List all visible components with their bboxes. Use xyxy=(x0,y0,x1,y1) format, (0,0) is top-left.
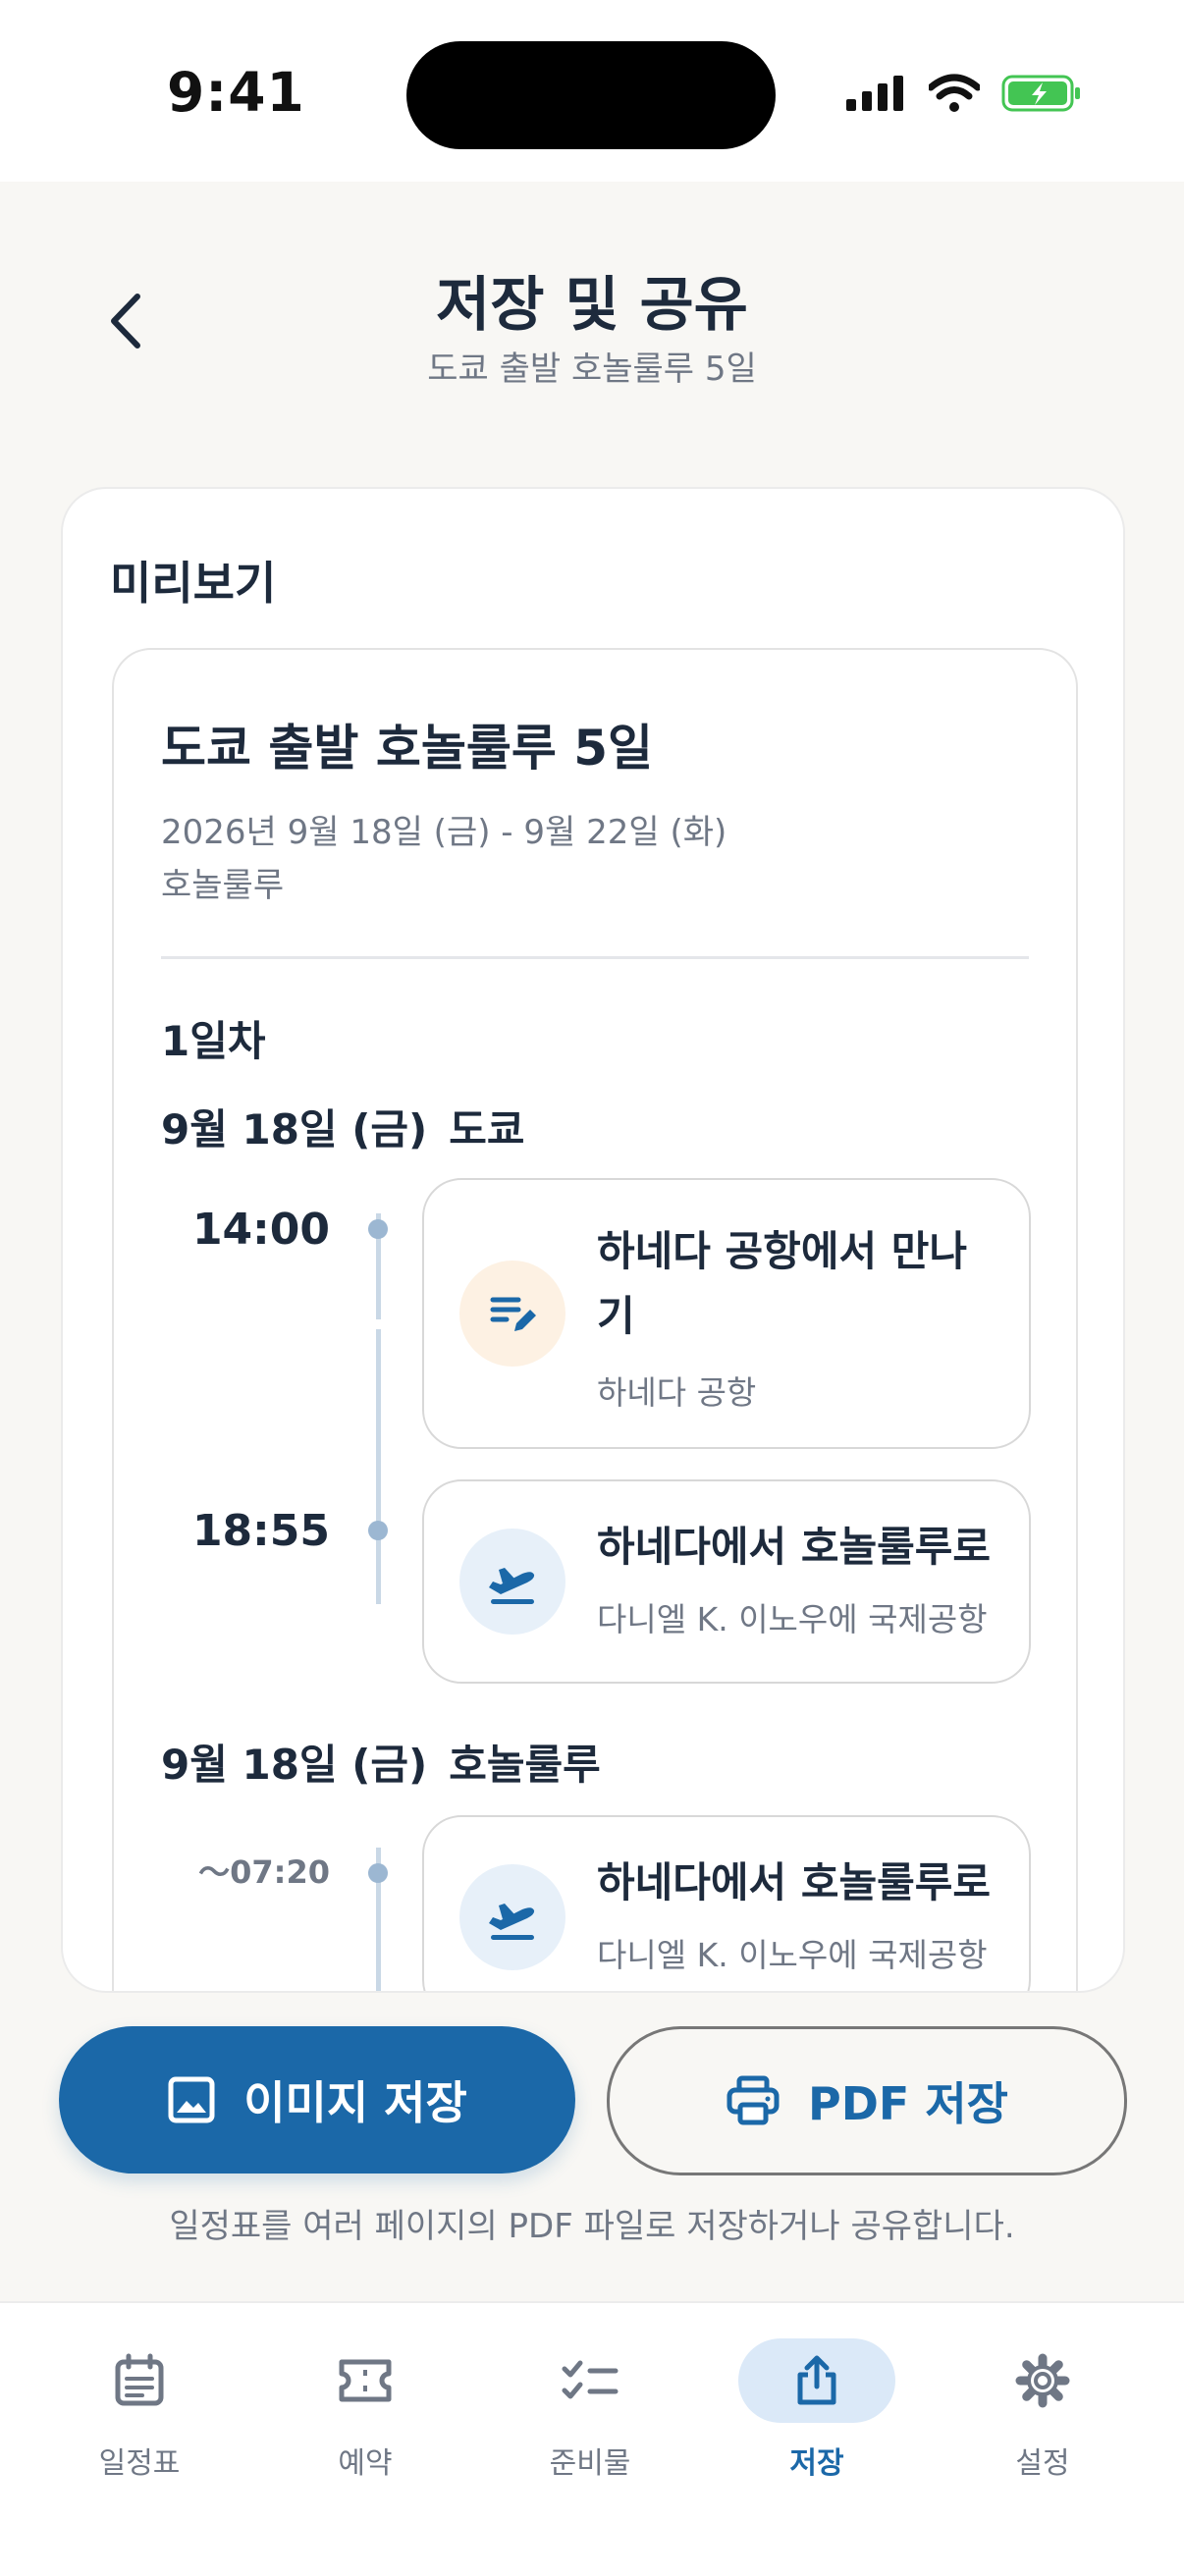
section-date: 9월 18일 (금) xyxy=(161,1741,428,1789)
event-location: 하네다 공항 xyxy=(597,1373,757,1412)
save-pdf-label: PDF 저장 xyxy=(808,2077,1008,2130)
status-time: 9:41 xyxy=(167,61,305,124)
day-label: 1일차 xyxy=(161,1017,266,1065)
battery-charging-icon xyxy=(1001,75,1080,112)
itinerary-document-preview: 도쿄 출발 호놀룰루 5일 2026년 9월 18일 (금) - 9월 22일 … xyxy=(112,648,1078,1991)
wifi-icon xyxy=(929,74,980,112)
checklist-icon xyxy=(511,2338,669,2423)
tab-label: 준비물 xyxy=(549,2446,631,2481)
tab-label: 일정표 xyxy=(98,2446,181,2481)
timeline-line xyxy=(376,1329,381,1604)
preview-card[interactable]: 미리보기 도쿄 출발 호놀룰루 5일 2026년 9월 18일 (금) - 9월… xyxy=(61,487,1125,1993)
event-location: 다니엘 K. 이노우에 국제공항 xyxy=(597,1600,988,1638)
tab-itinerary[interactable]: 일정표 xyxy=(41,2303,238,2519)
dynamic-island xyxy=(406,41,776,149)
printer-icon xyxy=(727,2075,780,2125)
tab-packing[interactable]: 준비물 xyxy=(492,2303,688,2519)
section-city: 호놀룰루 xyxy=(449,1741,601,1789)
page-title: 저장 및 공유 xyxy=(436,271,748,340)
timeline-dot xyxy=(368,1521,388,1540)
status-bar: 9:41 xyxy=(0,0,1184,182)
event-time: 18:55 xyxy=(191,1506,330,1556)
save-pdf-button[interactable]: PDF 저장 xyxy=(607,2026,1127,2175)
event-time: 〜07:20 xyxy=(198,1853,330,1891)
event-title: 하네다에서 호놀룰루로 xyxy=(597,1858,992,1906)
bottom-tab-bar: 일정표 예약 준비물 저장 설정 xyxy=(0,2301,1184,2576)
tab-reservations[interactable]: 예약 xyxy=(267,2303,463,2519)
timeline-dot xyxy=(368,1219,388,1239)
section-city: 도쿄 xyxy=(449,1105,525,1154)
event-card: 하네다 공항에서 만나기 하네다 공항 xyxy=(422,1178,1031,1449)
event-card: 하네다에서 호놀룰루로 다니엘 K. 이노우에 국제공항 xyxy=(422,1815,1031,1991)
plane-departure-icon xyxy=(459,1864,565,1970)
document-destination: 호놀룰루 xyxy=(161,866,285,905)
document-title: 도쿄 출발 호놀룰루 5일 xyxy=(161,720,654,777)
section-date-heading: 9월 18일 (금) 도쿄 xyxy=(161,1097,525,1156)
helper-text: 일정표를 여러 페이지의 PDF 파일로 저장하거나 공유합니다. xyxy=(169,2207,1015,2246)
section-date-heading: 9월 18일 (금) 호놀룰루 xyxy=(161,1732,601,1792)
plane-departure-icon xyxy=(459,1529,565,1635)
share-icon xyxy=(738,2338,895,2423)
document-dates: 2026년 9월 18일 (금) - 9월 22일 (화) xyxy=(161,813,727,852)
ticket-icon xyxy=(287,2338,444,2423)
note-edit-icon xyxy=(459,1261,565,1367)
section-date: 9월 18일 (금) xyxy=(161,1105,428,1154)
timeline-dot xyxy=(368,1863,388,1883)
tab-label: 저장 xyxy=(789,2446,844,2481)
gear-icon xyxy=(964,2338,1121,2423)
page-subtitle: 도쿄 출발 호놀룰루 5일 xyxy=(427,349,757,389)
tab-settings[interactable]: 설정 xyxy=(944,2303,1141,2519)
calendar-icon xyxy=(61,2338,218,2423)
image-icon xyxy=(168,2076,215,2123)
event-card: 하네다에서 호놀룰루로 다니엘 K. 이노우에 국제공항 xyxy=(422,1479,1031,1684)
tab-save[interactable]: 저장 xyxy=(719,2303,915,2519)
save-image-button[interactable]: 이미지 저장 xyxy=(59,2026,575,2174)
event-location: 다니엘 K. 이노우에 국제공항 xyxy=(597,1936,988,1974)
preview-label: 미리보기 xyxy=(110,557,277,610)
tab-label: 설정 xyxy=(1015,2446,1070,2481)
status-icons xyxy=(846,69,1082,118)
divider xyxy=(161,956,1029,959)
tab-label: 예약 xyxy=(338,2446,393,2481)
event-title: 하네다에서 호놀룰루로 xyxy=(597,1523,992,1571)
event-time: 14:00 xyxy=(191,1205,330,1255)
save-image-label: 이미지 저장 xyxy=(243,2076,467,2129)
event-title: 하네다 공항에서 만나기 xyxy=(597,1227,968,1340)
cellular-signal-icon xyxy=(846,76,903,111)
